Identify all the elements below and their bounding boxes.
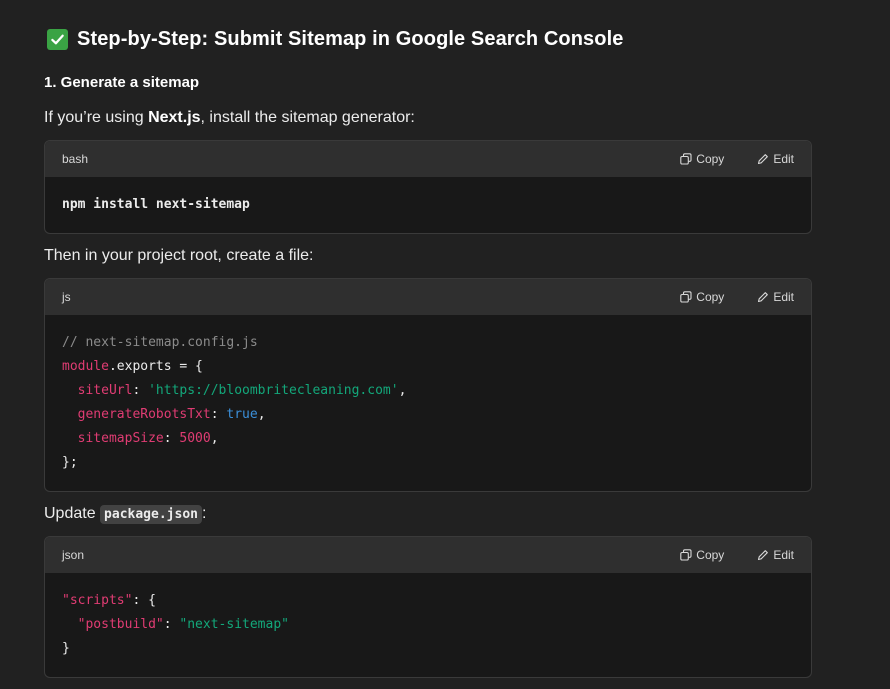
copy-button[interactable]: Copy xyxy=(680,548,724,562)
code-number: 5000 xyxy=(179,431,211,446)
code-comment: // next-sitemap.config.js xyxy=(62,335,258,350)
code-property: "scripts" xyxy=(62,593,133,608)
copy-label: Copy xyxy=(696,548,725,562)
paragraph-create-file: Then in your project root, create a file… xyxy=(44,247,314,264)
bold-text: Next.js xyxy=(148,109,201,126)
code-header: bash Copy Edit xyxy=(45,141,811,177)
code-line: module.exports = { xyxy=(62,355,794,379)
code-line: "postbuild": "next-sitemap" xyxy=(77,617,289,632)
chat-response: Step-by-Step: Submit Sitemap in Google S… xyxy=(0,0,890,689)
code-block-json: json Copy Edit "scripts": { "postbuild":… xyxy=(44,536,812,678)
code-body: "scripts": { "postbuild": "next-sitemap"… xyxy=(45,573,811,677)
code-body: npm install next-sitemap xyxy=(45,177,811,233)
code-property: siteUrl xyxy=(77,383,133,398)
edit-label: Edit xyxy=(773,152,794,166)
edit-label: Edit xyxy=(773,290,794,304)
code-boolean: true xyxy=(226,407,258,422)
copy-label: Copy xyxy=(696,290,725,304)
copy-icon xyxy=(680,153,692,165)
copy-button[interactable]: Copy xyxy=(680,152,724,166)
code-property: sitemapSize xyxy=(77,431,164,446)
code-line: "scripts": { xyxy=(62,589,794,613)
paragraph-text: , install the sitemap generator: xyxy=(200,109,415,126)
code-block-bash: bash Copy Edit npm install next-sitemap xyxy=(44,140,812,234)
code-text: : { xyxy=(132,593,156,608)
code-property: generateRobotsTxt xyxy=(77,407,211,422)
copy-icon xyxy=(680,291,692,303)
copy-icon xyxy=(680,549,692,561)
step-heading: 1. Generate a sitemap xyxy=(44,74,200,91)
code-string: 'https://bloombritecleaning.com' xyxy=(148,383,399,398)
paragraph-text: Update xyxy=(44,505,101,522)
code-block-js: js Copy Edit // next-sitemap.config.js mo… xyxy=(44,278,812,492)
section-heading: Step-by-Step: Submit Sitemap in Google S… xyxy=(47,28,623,51)
paragraph-update: Update package.json: xyxy=(44,505,207,524)
inline-code: package.json xyxy=(100,505,202,524)
code-language-label: js xyxy=(62,290,71,304)
check-mark-icon xyxy=(47,29,68,50)
code-actions: Copy Edit xyxy=(680,548,794,562)
code-line: generateRobotsTxt: true, xyxy=(77,407,266,422)
code-language-label: json xyxy=(62,548,85,562)
code-line: npm install next-sitemap xyxy=(62,197,250,212)
code-actions: Copy Edit xyxy=(680,152,794,166)
pencil-icon xyxy=(758,550,769,561)
pencil-icon xyxy=(758,292,769,303)
code-line: }; xyxy=(62,455,78,470)
code-line: siteUrl: 'https://bloombritecleaning.com… xyxy=(77,383,407,398)
code-property: "postbuild" xyxy=(77,617,164,632)
pencil-icon xyxy=(758,154,769,165)
paragraph-text: If you’re using xyxy=(44,109,149,126)
edit-label: Edit xyxy=(773,548,794,562)
paragraph-text: : xyxy=(201,505,207,522)
code-line: } xyxy=(62,641,70,656)
code-header: js Copy Edit xyxy=(45,279,811,315)
code-string: "next-sitemap" xyxy=(179,617,289,632)
page-title: Step-by-Step: Submit Sitemap in Google S… xyxy=(77,28,624,50)
code-keyword: module xyxy=(62,359,109,374)
code-actions: Copy Edit xyxy=(680,290,794,304)
edit-button[interactable]: Edit xyxy=(757,152,794,166)
code-text: .exports = { xyxy=(108,359,203,374)
paragraph-install: If you’re using Next.js, install the sit… xyxy=(44,109,415,127)
edit-button[interactable]: Edit xyxy=(757,548,794,562)
copy-button[interactable]: Copy xyxy=(680,290,724,304)
code-language-label: bash xyxy=(62,152,89,166)
code-header: json Copy Edit xyxy=(45,537,811,573)
code-line: sitemapSize: 5000, xyxy=(77,431,219,446)
copy-label: Copy xyxy=(696,152,725,166)
code-body: // next-sitemap.config.js module.exports … xyxy=(45,315,811,491)
edit-button[interactable]: Edit xyxy=(757,290,794,304)
